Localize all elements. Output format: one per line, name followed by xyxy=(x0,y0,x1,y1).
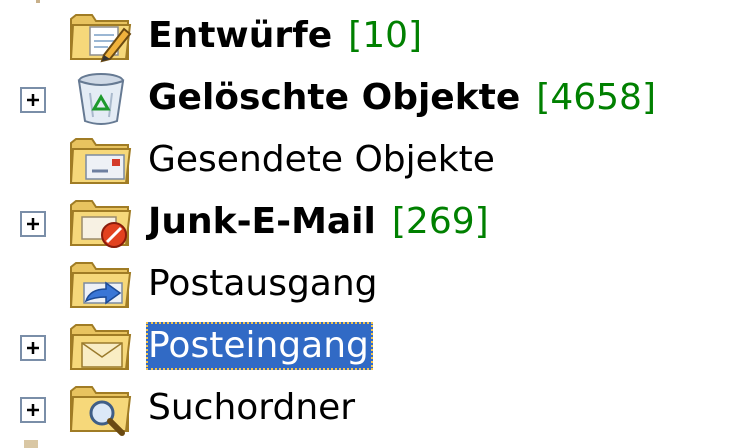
folder-row-search-folders[interactable]: Suchordner xyxy=(0,377,750,439)
recycle-bin-icon xyxy=(68,69,134,127)
expand-toggle[interactable] xyxy=(17,84,49,116)
tree-line-fragment xyxy=(36,0,40,3)
folder-label: Junk-E-Mail [269] xyxy=(146,198,493,246)
folder-label: Gelöschte Objekte [4658] xyxy=(146,74,660,122)
folder-name: Gesendete Objekte xyxy=(148,139,495,180)
folder-row-deleted-items[interactable]: Gelöschte Objekte [4658] xyxy=(0,67,750,129)
sent-items-folder-icon xyxy=(68,131,134,189)
folder-name: Posteingang xyxy=(148,325,369,366)
outbox-folder-icon xyxy=(68,255,134,313)
folder-label: Posteingang xyxy=(146,322,373,370)
folder-name: Gelöschte Objekte xyxy=(148,77,521,118)
drafts-folder-icon xyxy=(68,7,134,65)
folder-row-junk-mail[interactable]: Junk-E-Mail [269] xyxy=(0,191,750,253)
expand-toggle[interactable] xyxy=(17,394,49,426)
folder-tree: Entwürfe [10] Gelöschte Objekte [4658] G… xyxy=(0,0,750,448)
plus-box-icon[interactable] xyxy=(20,335,46,361)
plus-box-icon[interactable] xyxy=(20,397,46,423)
junk-mail-folder-icon xyxy=(68,193,134,251)
next-folder-icon-fragment xyxy=(24,440,38,448)
expand-toggle[interactable] xyxy=(17,208,49,240)
expand-toggle[interactable] xyxy=(17,332,49,364)
unread-count: [4658] xyxy=(536,77,657,118)
folder-row-inbox[interactable]: Posteingang xyxy=(0,315,750,377)
folder-label: Suchordner xyxy=(146,384,359,432)
folder-name: Suchordner xyxy=(148,387,356,428)
folder-name: Junk-E-Mail xyxy=(148,201,376,242)
plus-box-icon[interactable] xyxy=(20,87,46,113)
folder-row-outbox[interactable]: Postausgang xyxy=(0,253,750,315)
folder-label: Postausgang xyxy=(146,260,382,308)
folder-row-drafts[interactable]: Entwürfe [10] xyxy=(0,5,750,67)
folder-name: Entwürfe xyxy=(148,15,333,56)
folder-row-sent-items[interactable]: Gesendete Objekte xyxy=(0,129,750,191)
folder-label: Gesendete Objekte xyxy=(146,136,499,184)
search-folder-icon xyxy=(68,379,134,437)
plus-box-icon[interactable] xyxy=(20,211,46,237)
folder-label: Entwürfe [10] xyxy=(146,12,426,60)
folder-name: Postausgang xyxy=(148,263,378,304)
inbox-folder-icon xyxy=(68,317,134,375)
unread-count: [10] xyxy=(348,15,423,56)
unread-count: [269] xyxy=(391,201,489,242)
